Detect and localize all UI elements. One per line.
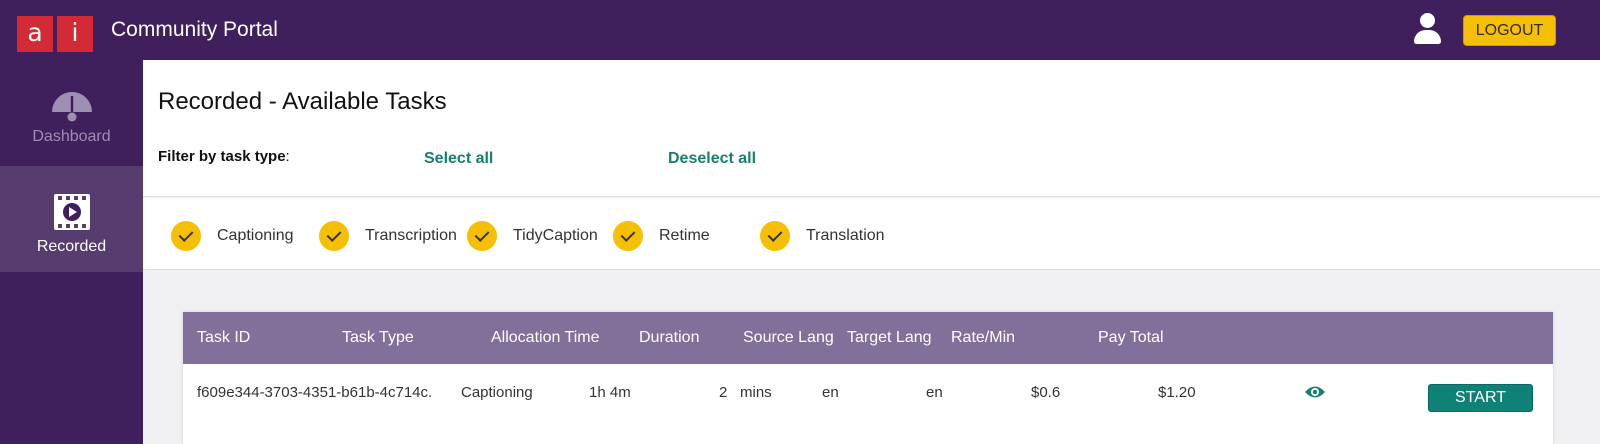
logo-letter-i: i xyxy=(57,16,93,52)
check-icon[interactable] xyxy=(171,221,201,251)
check-icon[interactable] xyxy=(760,221,790,251)
cell-allocation-time: 1h 4m xyxy=(589,384,631,401)
film-play-icon xyxy=(54,194,90,230)
cell-duration-unit: mins xyxy=(740,384,772,401)
cell-duration-value: 2 xyxy=(719,384,728,401)
tasks-table: Task ID Task Type Allocation Time Durati… xyxy=(183,312,1553,444)
sidebar-item-dashboard[interactable]: Dashboard xyxy=(0,60,143,166)
user-icon[interactable] xyxy=(1412,13,1442,45)
filter-label-retime: Retime xyxy=(659,227,710,244)
cell-target-lang: en xyxy=(926,384,943,401)
gauge-icon xyxy=(52,92,92,122)
cell-task-type: Captioning xyxy=(461,384,533,401)
deselect-all-link[interactable]: Deselect all xyxy=(668,150,756,168)
logo-letter-a: a xyxy=(17,16,53,52)
column-header: Allocation Time xyxy=(491,329,600,346)
start-button[interactable]: START xyxy=(1428,384,1533,412)
check-icon[interactable] xyxy=(467,221,497,251)
eye-icon[interactable] xyxy=(1304,383,1326,401)
sidebar-item-label: Recorded xyxy=(36,238,107,255)
sidebar-item-label: Dashboard xyxy=(32,128,111,145)
column-header: Duration xyxy=(639,329,700,346)
column-header: Task Type xyxy=(342,329,414,346)
sidebar: Dashboard Recorded xyxy=(0,60,143,444)
top-bar: a i Community Portal LOGOUT xyxy=(0,0,1600,60)
page-title: Recorded - Available Tasks xyxy=(158,88,447,115)
cell-source-lang: en xyxy=(822,384,839,401)
page-header: Recorded - Available Tasks Filter by tas… xyxy=(143,60,1600,197)
filter-label-translation: Translation xyxy=(806,227,885,244)
filter-transcription[interactable]: Transcription xyxy=(319,221,457,251)
filter-label-transcription: Transcription xyxy=(365,227,457,244)
app-title: Community Portal xyxy=(111,18,278,41)
check-icon[interactable] xyxy=(319,221,349,251)
column-header: Task ID xyxy=(197,329,251,346)
table-header: Task ID Task Type Allocation Time Durati… xyxy=(183,312,1553,364)
task-type-filters: Captioning Transcription TidyCaption Ret… xyxy=(143,198,1600,270)
filter-label-captioning: Captioning xyxy=(217,227,294,244)
check-icon[interactable] xyxy=(613,221,643,251)
column-header: Rate/Min xyxy=(951,329,1016,346)
cell-pay-total: $1.20 xyxy=(1158,384,1196,401)
filter-label-tidycaption: TidyCaption xyxy=(513,227,598,244)
filter-tidycaption[interactable]: TidyCaption xyxy=(467,221,598,251)
column-header: Pay Total xyxy=(1098,329,1164,346)
filter-translation[interactable]: Translation xyxy=(760,221,885,251)
column-header: Target Lang xyxy=(847,329,932,346)
app-logo[interactable]: a i xyxy=(17,16,93,52)
sidebar-item-recorded[interactable]: Recorded xyxy=(0,166,143,272)
filter-retime[interactable]: Retime xyxy=(613,221,710,251)
filter-captioning[interactable]: Captioning xyxy=(171,221,294,251)
cell-task-id: f609e344-3703-4351-b61b-4c714c. xyxy=(197,384,433,401)
column-header: Source Lang xyxy=(743,329,834,346)
cell-rate: $0.6 xyxy=(1031,384,1061,401)
filter-label: Filter by task type: xyxy=(158,148,290,165)
logout-button[interactable]: LOGOUT xyxy=(1463,15,1556,46)
select-all-link[interactable]: Select all xyxy=(424,150,493,168)
